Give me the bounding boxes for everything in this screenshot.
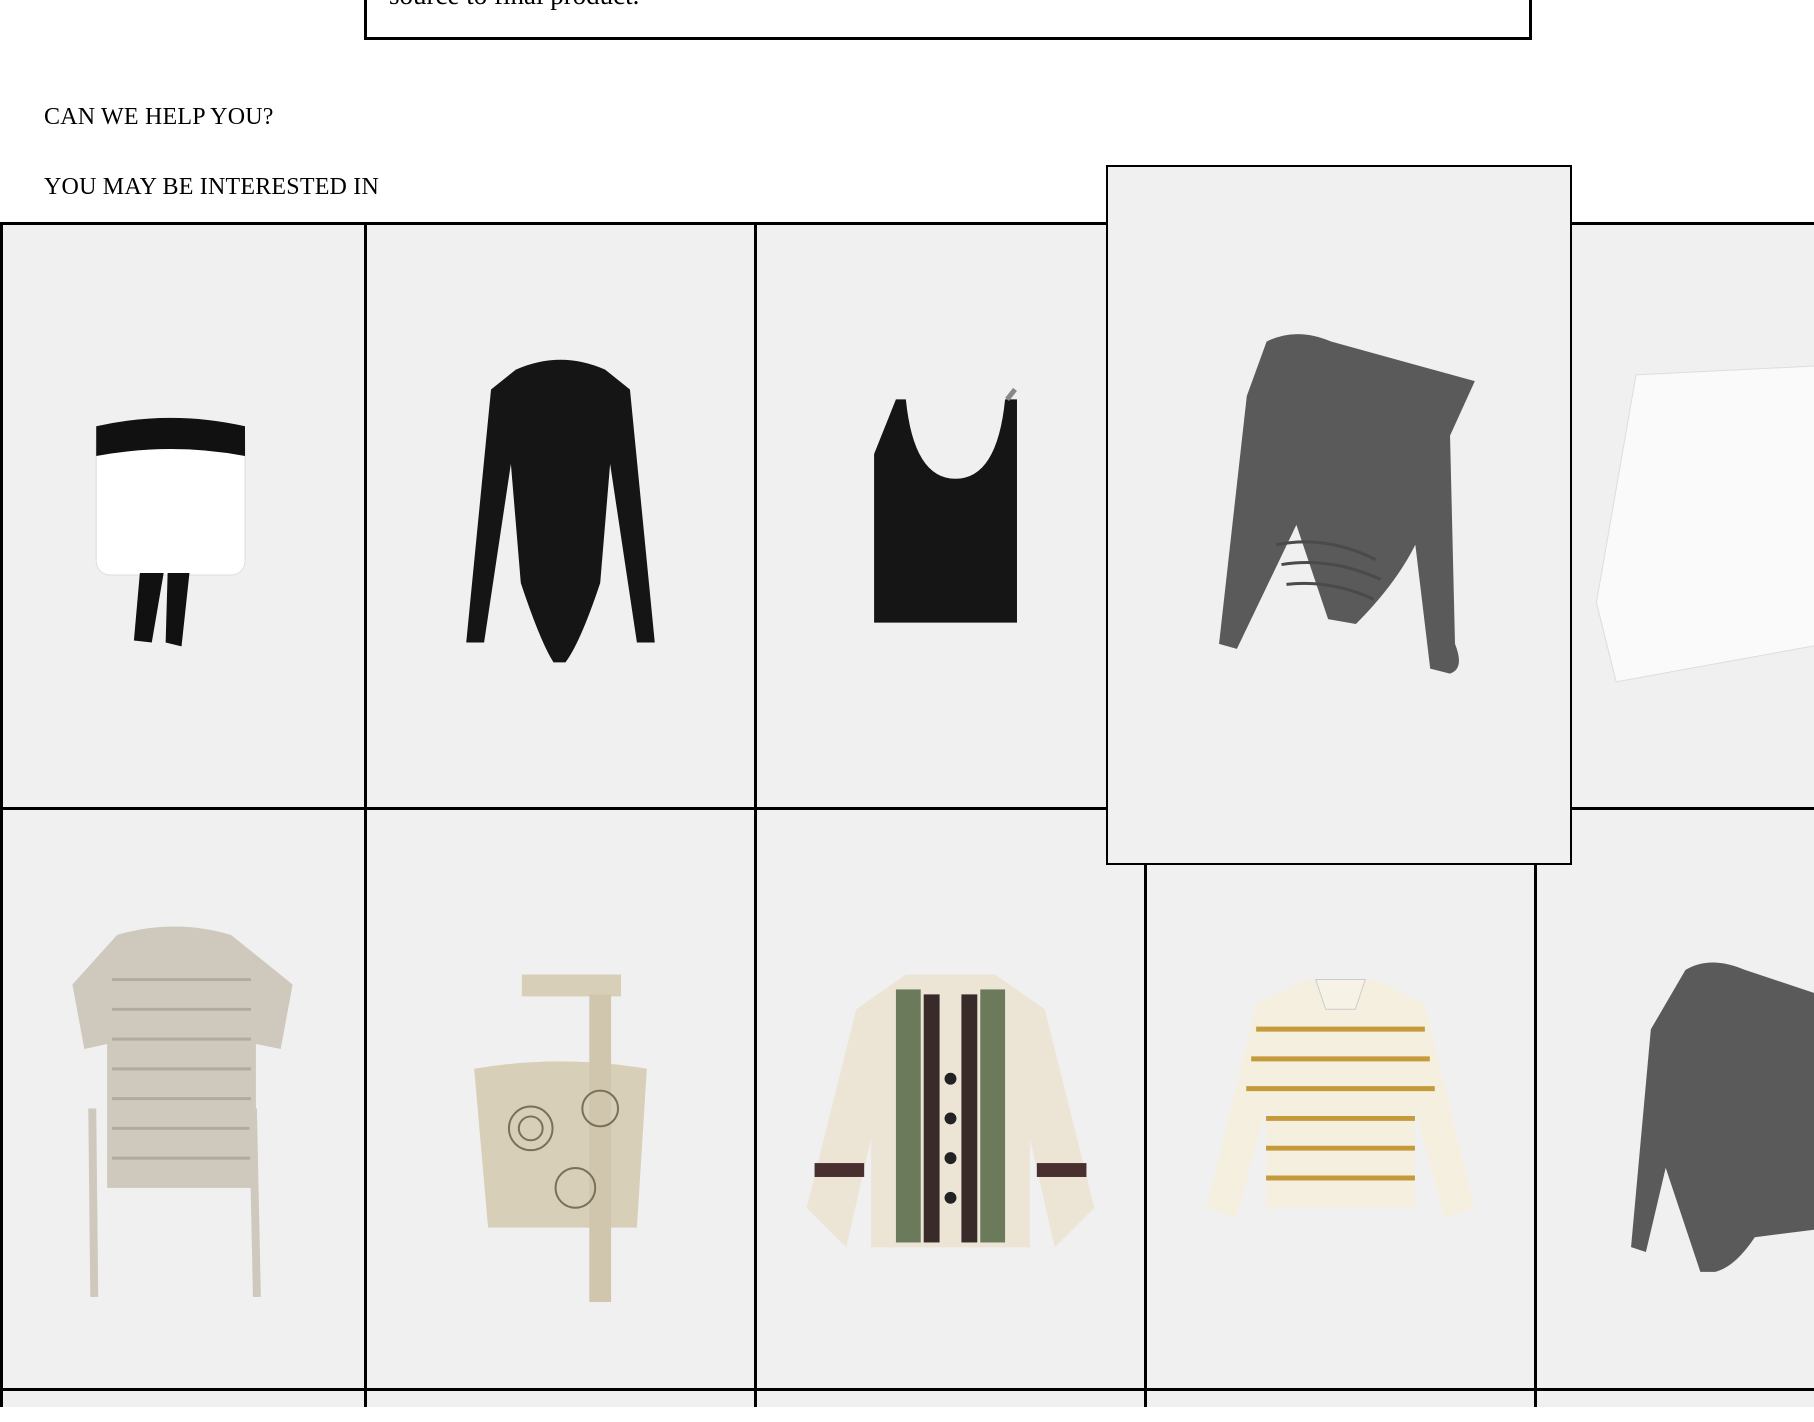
product-card-white-shirt[interactable] bbox=[1534, 222, 1814, 807]
help-link[interactable]: CAN WE HELP YOU? bbox=[44, 104, 274, 131]
product-card-strapless-top[interactable] bbox=[0, 222, 364, 807]
product-card-camisole-top[interactable] bbox=[754, 222, 1144, 807]
info-box-text: source to final product. bbox=[389, 0, 639, 10]
product-card-printed-corset[interactable] bbox=[364, 807, 754, 1407]
patterned-cardigan-icon bbox=[806, 974, 1095, 1248]
long-sleeve-bodysuit-icon bbox=[466, 359, 655, 663]
product-card-striped-polo[interactable] bbox=[1144, 807, 1534, 1407]
asymmetric-bodysuit-icon bbox=[1631, 962, 1814, 1272]
crochet-vest-icon bbox=[72, 926, 293, 1298]
product-card-asymmetric-bodysuit-hover[interactable] bbox=[1106, 165, 1572, 865]
camisole-top-icon bbox=[874, 387, 1017, 623]
product-card-asymmetric-bodysuit[interactable] bbox=[1534, 807, 1814, 1407]
product-card-patterned-cardigan[interactable] bbox=[754, 807, 1144, 1407]
section-title: YOU MAY BE INTERESTED IN bbox=[44, 174, 380, 200]
asymmetric-bodysuit-icon bbox=[1219, 334, 1475, 674]
product-card-crochet-vest[interactable] bbox=[0, 807, 364, 1407]
striped-polo-sweatshirt-icon bbox=[1206, 979, 1475, 1218]
grid-bottom-divider bbox=[0, 1388, 1814, 1391]
strapless-top-icon bbox=[95, 417, 246, 647]
printed-corset-top-icon bbox=[474, 974, 647, 1302]
white-shirt-icon bbox=[1595, 365, 1814, 683]
product-card-long-sleeve-bodysuit[interactable] bbox=[364, 222, 754, 807]
info-box: source to final product. bbox=[364, 0, 1532, 40]
